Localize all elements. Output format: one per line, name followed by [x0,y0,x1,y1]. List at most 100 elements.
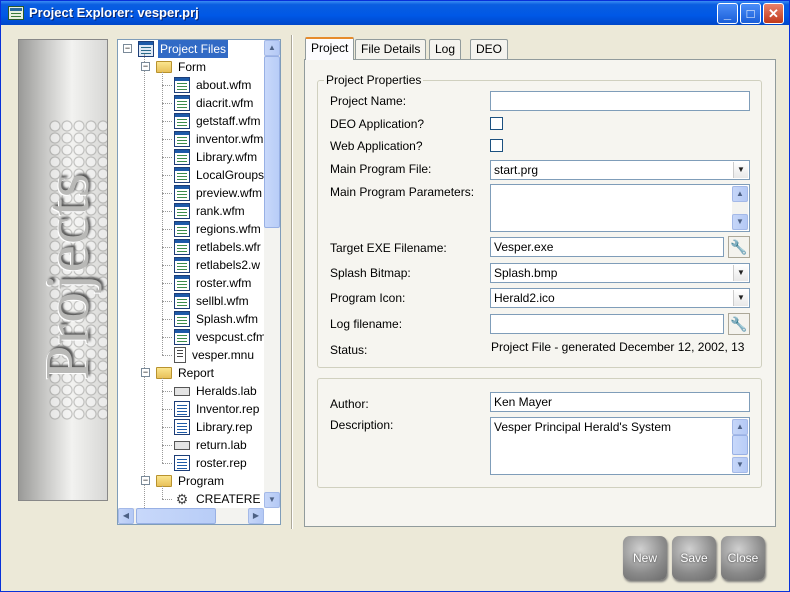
log-filename-browse-wrench-icon[interactable]: 🔧 [728,313,750,335]
tree-connector-line [162,121,172,122]
tree-item-label: retlabels.wfr [196,240,261,254]
project-name-label: Project Name: [330,94,407,108]
form-file-icon [174,311,190,327]
tree-file-item[interactable]: ⚙ CREATERE [174,490,262,508]
tree-file-item[interactable]: Inventor.rep [174,400,261,418]
web-application-checkbox[interactable] [490,139,503,152]
maximize-button[interactable]: □ [740,3,761,24]
tree-file-item[interactable]: regions.wfm [174,220,263,238]
tree-connector-line [162,229,172,230]
tree-file-item[interactable]: inventor.wfm [174,130,265,148]
tree-item-label: roster.wfm [196,276,252,290]
new-button[interactable]: New [623,536,667,580]
tree-scroll-down-button[interactable]: ▼ [264,492,280,508]
tree-item-label: getstaff.wfm [196,114,261,128]
tree-collapse-toggle-icon[interactable]: − [141,62,150,71]
tree-file-item[interactable]: vesper.mnu [174,346,256,364]
params-textarea[interactable] [490,184,750,232]
tree-file-item[interactable]: LocalGroups [174,166,266,184]
log-filename-field[interactable] [490,314,724,334]
author-field[interactable]: Ken Mayer [490,392,750,412]
tree-scroll-thumb[interactable] [264,56,280,228]
tree-folder-form[interactable]: − Form [141,58,208,76]
target-exe-browse-wrench-icon[interactable]: 🔧 [728,236,750,258]
report-file-icon [174,401,190,417]
tree-file-item[interactable]: return.lab [174,436,249,454]
tab-deo[interactable]: DEO [470,39,509,59]
description-scroll-down-button[interactable]: ▼ [732,457,748,473]
close-button[interactable]: Close [721,536,765,580]
project-explorer-window: Project Explorer: vesper.prj _ □ ✕ Proje… [0,0,790,592]
tree-scroll-up-button[interactable]: ▲ [264,40,280,56]
tree-file-item[interactable]: vespcust.cfm [174,328,268,346]
tree-file-item[interactable]: rank.wfm [174,202,247,220]
description-scroll-up-button[interactable]: ▲ [732,419,748,435]
tree-folder-program[interactable]: − Program [141,472,226,490]
tree-file-item[interactable]: Library.wfm [174,148,259,166]
tree-file-item[interactable]: about.wfm [174,76,253,94]
form-file-icon [174,275,190,291]
tree-folder-report[interactable]: − Report [141,364,216,382]
tree-horizontal-scrollbar[interactable]: ◀ ▶ [118,508,264,524]
folder-icon [156,475,172,487]
program-icon-select[interactable]: Herald2.ico ▼ [490,288,750,308]
tree-connector-line [162,85,172,86]
tree-file-item[interactable]: retlabels.wfr [174,238,263,256]
tree-collapse-toggle-icon[interactable]: − [123,44,132,53]
tree-item-label: Library.rep [196,420,253,434]
target-exe-field[interactable]: Vesper.exe [490,237,724,257]
tree-file-item[interactable]: roster.wfm [174,274,253,292]
save-button[interactable]: Save [672,536,716,580]
tree-item-label: vespcust.cfm [196,330,267,344]
tree-file-item[interactable]: getstaff.wfm [174,112,262,130]
tree-file-item[interactable]: Library.rep [174,418,254,436]
tree-connector-line [162,486,163,499]
tree-item-label: Inventor.rep [196,402,260,416]
tab-file-details[interactable]: File Details [355,39,427,59]
project-name-field[interactable] [490,91,750,111]
tree-vertical-scrollbar[interactable]: ▲ ▼ [264,40,280,508]
project-files-tree[interactable]: − Project Files − Form about.wfm diacrit.wfm g… [117,39,281,525]
pane-divider[interactable] [291,35,293,529]
splash-dropdown-arrow-icon[interactable]: ▼ [733,265,748,281]
program-icon-dropdown-arrow-icon[interactable]: ▼ [733,290,748,306]
tree-file-item[interactable]: preview.wfm [174,184,264,202]
tree-file-item[interactable]: retlabels2.w [174,256,262,274]
report-file-icon [174,419,190,435]
tab-project[interactable]: Project [305,37,355,60]
project-tab-panel: Project Properties Project Name: DEO App… [304,59,776,527]
tree-collapse-toggle-icon[interactable]: − [141,368,150,377]
tree-connector-line [162,157,172,158]
params-scroll-up-button[interactable]: ▲ [732,186,748,202]
tree-file-item[interactable]: sellbl.wfm [174,292,251,310]
label-file-icon [174,441,190,450]
splash-bitmap-select[interactable]: Splash.bmp ▼ [490,263,750,283]
params-scrollbar[interactable]: ▲ ▼ [732,186,748,230]
tree-file-item[interactable]: Heralds.lab [174,382,259,400]
deo-application-checkbox[interactable] [490,117,503,130]
main-program-dropdown-arrow-icon[interactable]: ▼ [733,162,748,178]
tree-item-label: sellbl.wfm [196,294,249,308]
tab-log[interactable]: Log [429,39,462,59]
tree-file-item[interactable]: diacrit.wfm [174,94,255,112]
tree-item-label: Library.wfm [196,150,258,164]
minimize-button[interactable]: _ [717,3,738,24]
description-textarea[interactable]: Vesper Principal Herald's System [490,417,750,475]
tree-connector-line [162,103,172,104]
tree-root-project-files[interactable]: − Project Files [123,40,229,58]
form-file-icon [174,113,190,129]
description-scrollbar[interactable]: ▲ ▼ [732,419,748,473]
tree-file-item[interactable]: roster.rep [174,454,249,472]
tree-scroll-right-button[interactable]: ▶ [248,508,264,524]
params-scroll-down-button[interactable]: ▼ [732,214,748,230]
tree-file-item[interactable]: Splash.wfm [174,310,260,328]
tree-connector-line [162,283,172,284]
tree-scroll-left-button[interactable]: ◀ [118,508,134,524]
title-bar[interactable]: Project Explorer: vesper.prj _ □ ✕ [1,1,789,25]
tree-connector-line [162,355,172,356]
description-scroll-thumb[interactable] [732,435,748,455]
tree-collapse-toggle-icon[interactable]: − [141,476,150,485]
close-window-button[interactable]: ✕ [763,3,784,24]
main-program-select[interactable]: start.prg ▼ [490,160,750,180]
tree-hscroll-thumb[interactable] [136,508,216,524]
